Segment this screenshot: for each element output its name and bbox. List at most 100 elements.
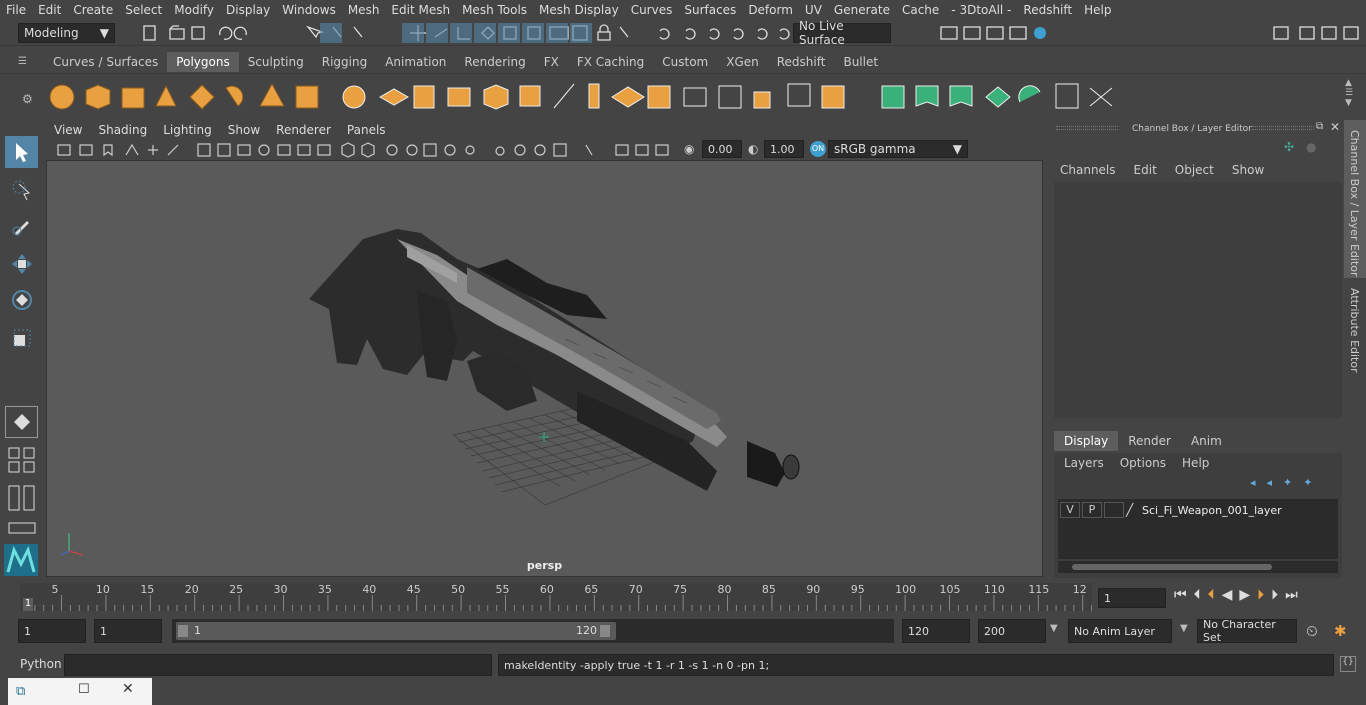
character-set-field[interactable]: No Character Set [1197, 618, 1297, 644]
vp-menu-lighting[interactable]: Lighting [155, 123, 220, 137]
app-icon[interactable]: ⧉ [16, 684, 25, 699]
end-time-field[interactable]: 200 [978, 619, 1046, 643]
exposure-icon[interactable]: ◉ [684, 142, 694, 156]
script-language-label[interactable]: Python [20, 657, 62, 671]
menu-edit[interactable]: Edit [32, 3, 67, 17]
render-icons[interactable] [938, 23, 1053, 43]
tab-curves-surfaces[interactable]: Curves / Surfaces [44, 52, 167, 72]
menu-mesh-display[interactable]: Mesh Display [533, 3, 625, 17]
tab-fx-caching[interactable]: FX Caching [568, 52, 653, 72]
range-end-grip[interactable] [600, 625, 610, 637]
tab-sculpting[interactable]: Sculpting [239, 52, 313, 72]
time-slider[interactable]: 1 5 10 15 20 25 30 35 40 45 50 55 60 65 70 75 80 85 90 95 1… [20, 583, 1092, 611]
cb-menu-channels[interactable]: Channels [1060, 163, 1116, 177]
paint-tool-icon[interactable] [5, 210, 38, 242]
live-surface-field[interactable]: No Live Surface [793, 19, 891, 47]
current-frame-field[interactable]: 1 [1098, 588, 1166, 608]
menu-select[interactable]: Select [119, 3, 168, 17]
side-tab-channel-box[interactable]: Channel Box / Layer Editor [1344, 120, 1366, 278]
scale-tool-icon[interactable] [5, 322, 38, 354]
step-back-frame-icon[interactable]: ⏴ [1208, 587, 1215, 603]
go-to-start-icon[interactable]: ⏮ [1174, 587, 1187, 603]
mode-dropdown[interactable]: Modeling ▼ [18, 23, 115, 43]
menu-edit-mesh[interactable]: Edit Mesh [385, 3, 456, 17]
menu-windows[interactable]: Windows [276, 3, 342, 17]
menu-curves[interactable]: Curves [625, 3, 679, 17]
command-input[interactable] [64, 654, 492, 676]
step-forward-frame-icon[interactable]: ⏵ [1257, 587, 1264, 603]
tab-animation[interactable]: Animation [376, 52, 455, 72]
menu-file[interactable]: File [0, 3, 32, 17]
cb-menu-show[interactable]: Show [1232, 163, 1264, 177]
restore-icon[interactable]: ☐ [78, 682, 90, 697]
tab-xgen[interactable]: XGen [717, 52, 768, 72]
last-tool-icon[interactable] [5, 406, 38, 438]
script-editor-icon[interactable]: {} [1340, 656, 1356, 672]
current-time-marker[interactable]: 1 [23, 598, 33, 611]
tab-polygons[interactable]: Polygons [167, 52, 239, 72]
vp-menu-show[interactable]: Show [220, 123, 268, 137]
gear-icon[interactable]: ⚙ [22, 92, 33, 106]
layer-menu-layers[interactable]: Layers [1064, 456, 1104, 470]
menu-mesh[interactable]: Mesh [342, 3, 386, 17]
chevron-down-icon[interactable]: ▼ [1180, 623, 1188, 634]
tab-redshift[interactable]: Redshift [768, 52, 835, 72]
menu-help[interactable]: Help [1078, 3, 1117, 17]
float-window-icon[interactable]: ⧉ [1316, 121, 1323, 132]
shelf-tool-icons[interactable] [44, 78, 1344, 118]
shelf-menu-icon[interactable]: ☰ [18, 56, 30, 70]
preferences-icon[interactable]: ✱ [1334, 622, 1347, 640]
gamma-icon[interactable]: ◐ [748, 142, 758, 156]
lasso-tool-icon[interactable] [5, 174, 38, 206]
channel-box-dot-icon[interactable]: ● [1306, 140, 1316, 154]
layout-split-icon[interactable] [8, 484, 36, 512]
select-tool-icon[interactable] [5, 136, 38, 168]
layer-menu-help[interactable]: Help [1182, 456, 1209, 470]
close-icon[interactable]: ✕ [122, 681, 134, 697]
vp-menu-shading[interactable]: Shading [90, 123, 155, 137]
gamma-field[interactable]: 1.00 [764, 140, 804, 158]
perspective-viewport[interactable]: persp [46, 160, 1043, 577]
side-tab-attribute-editor[interactable]: Attribute Editor [1344, 284, 1366, 380]
menu-create[interactable]: Create [67, 3, 119, 17]
start-time-field[interactable]: 1 [18, 619, 86, 643]
layer-type-toggle[interactable] [1104, 502, 1124, 518]
tab-custom[interactable]: Custom [653, 52, 717, 72]
anim-layer-field[interactable]: No Anim Layer [1068, 619, 1172, 643]
move-tool-icon[interactable] [5, 248, 38, 280]
range-end-field[interactable]: 120 [902, 619, 970, 643]
layer-color-icon[interactable]: ╱ [1126, 503, 1140, 517]
panel-grip-left[interactable] [1056, 126, 1118, 130]
menu-deform[interactable]: Deform [742, 3, 799, 17]
menu-surfaces[interactable]: Surfaces [678, 3, 742, 17]
color-management-icon[interactable]: ON [810, 141, 826, 157]
vp-menu-view[interactable]: View [46, 123, 90, 137]
layer-visibility-toggle[interactable]: V [1060, 502, 1080, 518]
menu-display[interactable]: Display [220, 3, 276, 17]
layer-action-icons[interactable]: ◂◂✦✦ [1250, 476, 1323, 489]
close-icon[interactable]: ✕ [1330, 120, 1340, 134]
play-forward-icon[interactable]: ▶ [1239, 587, 1250, 603]
channel-list[interactable] [1054, 182, 1342, 418]
exposure-field[interactable]: 0.00 [702, 140, 742, 158]
tab-fx[interactable]: FX [535, 52, 568, 72]
chevron-down-icon[interactable]: ▼ [1050, 623, 1058, 634]
tab-rigging[interactable]: Rigging [313, 52, 376, 72]
menu-modify[interactable]: Modify [168, 3, 220, 17]
step-forward-key-icon[interactable]: ⏵ [1271, 587, 1278, 603]
range-slider-handle[interactable]: 1 120 [176, 622, 616, 640]
shelf-scroll-icon[interactable]: ▲ ☰ ▼ [1345, 78, 1353, 108]
tab-render[interactable]: Render [1118, 431, 1181, 451]
layout-single-icon[interactable] [8, 520, 36, 536]
vp-menu-renderer[interactable]: Renderer [268, 123, 339, 137]
tab-bullet[interactable]: Bullet [834, 52, 887, 72]
menu-cache[interactable]: Cache [896, 3, 945, 17]
menu-generate[interactable]: Generate [828, 3, 896, 17]
menu-uv[interactable]: UV [799, 3, 828, 17]
scene-canvas[interactable] [47, 161, 1043, 577]
tab-rendering[interactable]: Rendering [455, 52, 534, 72]
layer-scrollbar[interactable] [1058, 561, 1338, 573]
menu-3dtoall[interactable]: - 3DtoAll - [945, 3, 1017, 17]
range-start-field[interactable]: 1 [94, 619, 162, 643]
rotate-tool-icon[interactable] [5, 284, 38, 316]
